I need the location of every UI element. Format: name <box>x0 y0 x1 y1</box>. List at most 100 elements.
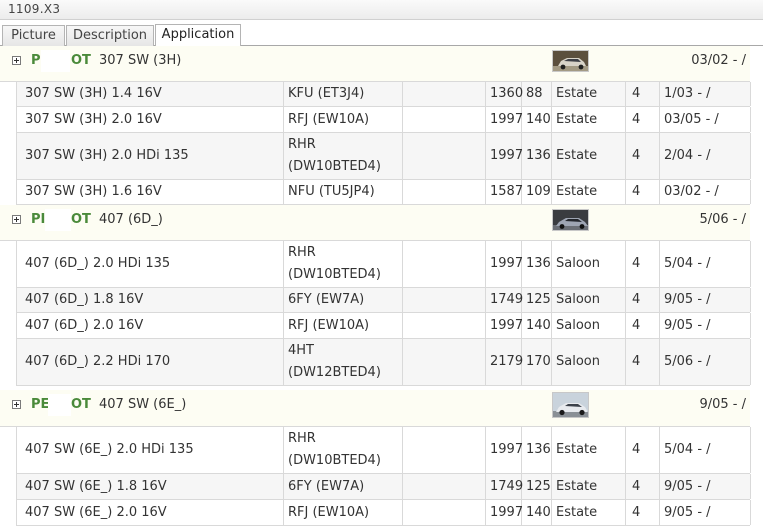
engine-code: 4HT (DW12BTED4) <box>284 339 403 385</box>
window-titlebar: 1109.X3 <box>0 0 763 20</box>
group-header-row[interactable]: PI OT 407 (6D_) 5/06 - / <box>0 205 750 241</box>
power-kw: 136 <box>522 241 552 287</box>
empty-cell <box>403 339 486 385</box>
capacity-cc: 1997 <box>486 107 523 132</box>
empty-cell <box>403 288 486 312</box>
production-date: 9/05 - / <box>660 313 751 338</box>
empty-cell <box>403 241 486 287</box>
tab-application[interactable]: Application <box>155 24 241 46</box>
group-header-row[interactable]: P OT 307 SW (3H) 03/02 - / <box>0 46 750 82</box>
brand-name-suffix: OT <box>71 212 91 227</box>
car-thumbnail-image[interactable] <box>552 392 589 418</box>
vehicle-description: 407 (6D_) 2.0 HDi 135 <box>17 241 284 287</box>
body-type: Saloon <box>552 313 626 338</box>
brand-name-suffix: OT <box>71 397 91 412</box>
table-row[interactable]: 407 SW (6E_) 1.8 16V 6FY (EW7A) 1749 125… <box>16 474 751 500</box>
brand-name-suffix: OT <box>71 53 91 68</box>
brand-name: PI <box>31 212 46 227</box>
table-row[interactable]: 407 SW (6E_) 2.0 16V RFJ (EW10A) 1997 14… <box>16 500 751 526</box>
brand-name: P <box>31 53 41 68</box>
body-type: Saloon <box>552 288 626 312</box>
empty-cell <box>403 180 486 204</box>
expand-plus-icon[interactable] <box>12 56 21 65</box>
engine-code: RFJ (EW10A) <box>284 313 403 338</box>
doors-count: 4 <box>626 133 660 179</box>
vehicle-model: 407 SW (6E_) <box>99 397 187 412</box>
brand-name: PE <box>31 397 50 412</box>
redacted-brand-mask <box>48 394 71 416</box>
doors-count: 4 <box>626 107 660 132</box>
vehicle-description: 407 (6D_) 1.8 16V <box>17 288 284 312</box>
body-type: Saloon <box>552 241 626 287</box>
doors-count: 4 <box>626 500 660 525</box>
power-kw: 170 <box>522 339 552 385</box>
redacted-brand-mask <box>41 50 70 72</box>
tab-description[interactable]: Description <box>66 25 154 46</box>
capacity-cc: 1997 <box>486 313 523 338</box>
car-thumbnail-image[interactable] <box>552 50 589 72</box>
empty-cell <box>403 427 486 473</box>
doors-count: 4 <box>626 288 660 312</box>
production-date: 5/04 - / <box>660 427 751 473</box>
table-row[interactable]: 307 SW (3H) 2.0 16V RFJ (EW10A) 1997 140… <box>16 107 751 133</box>
doors-count: 4 <box>626 313 660 338</box>
tab-picture[interactable]: Picture <box>2 25 65 46</box>
table-row[interactable]: 307 SW (3H) 1.4 16V KFU (ET3J4) 1360 88 … <box>16 82 751 107</box>
empty-cell <box>403 133 486 179</box>
capacity-cc: 1997 <box>486 427 523 473</box>
engine-code: RFJ (EW10A) <box>284 500 403 525</box>
production-date: 2/04 - / <box>660 133 751 179</box>
car-thumbnail-image[interactable] <box>552 209 589 231</box>
doors-count: 4 <box>626 241 660 287</box>
table-row[interactable]: 407 (6D_) 2.0 HDi 135 RHR (DW10BTED4) 19… <box>16 241 751 288</box>
expand-plus-icon[interactable] <box>12 215 21 224</box>
doors-count: 4 <box>626 82 660 106</box>
power-kw: 136 <box>522 133 552 179</box>
power-kw: 140 <box>522 500 552 525</box>
body-type: Saloon <box>552 339 626 385</box>
table-row[interactable]: 407 (6D_) 2.2 HDi 170 4HT (DW12BTED4) 21… <box>16 339 751 386</box>
empty-cell <box>403 474 486 499</box>
production-date: 5/04 - / <box>660 241 751 287</box>
engine-code: 6FY (EW7A) <box>284 474 403 499</box>
table-row[interactable]: 407 (6D_) 1.8 16V 6FY (EW7A) 1749 125 Sa… <box>16 288 751 313</box>
body-type: Estate <box>552 82 626 106</box>
engine-code: NFU (TU5JP4) <box>284 180 403 204</box>
power-kw: 136 <box>522 427 552 473</box>
power-kw: 125 <box>522 474 552 499</box>
group-date: 9/05 - / <box>699 397 746 412</box>
body-type: Estate <box>552 133 626 179</box>
group-header-row[interactable]: PE OT 407 SW (6E_) 9/05 - / <box>0 390 750 427</box>
empty-cell <box>403 107 486 132</box>
table-row[interactable]: 407 SW (6E_) 2.0 HDi 135 RHR (DW10BTED4)… <box>16 427 751 474</box>
vehicle-description: 307 SW (3H) 1.4 16V <box>17 82 284 106</box>
body-type: Estate <box>552 500 626 525</box>
production-date: 9/05 - / <box>660 288 751 312</box>
vehicle-description: 407 SW (6E_) 2.0 HDi 135 <box>17 427 284 473</box>
production-date: 03/02 - / <box>660 180 751 204</box>
capacity-cc: 2179 <box>486 339 523 385</box>
doors-count: 4 <box>626 180 660 204</box>
table-row[interactable]: 307 SW (3H) 2.0 HDi 135 RHR (DW10BTED4) … <box>16 133 751 180</box>
empty-cell <box>403 500 486 525</box>
empty-cell <box>403 82 486 106</box>
expand-plus-icon[interactable] <box>12 400 21 409</box>
window-title: 1109.X3 <box>8 2 61 16</box>
capacity-cc: 1749 <box>486 474 523 499</box>
doors-count: 4 <box>626 339 660 385</box>
table-row[interactable]: 307 SW (3H) 1.6 16V NFU (TU5JP4) 1587 10… <box>16 180 751 205</box>
capacity-cc: 1749 <box>486 288 523 312</box>
engine-code: RHR (DW10BTED4) <box>284 427 403 473</box>
table-row[interactable]: 407 (6D_) 2.0 16V RFJ (EW10A) 1997 140 S… <box>16 313 751 339</box>
body-type: Estate <box>552 180 626 204</box>
capacity-cc: 1997 <box>486 241 523 287</box>
doors-count: 4 <box>626 427 660 473</box>
body-type: Estate <box>552 427 626 473</box>
engine-code: 6FY (EW7A) <box>284 288 403 312</box>
vehicle-description: 407 SW (6E_) 1.8 16V <box>17 474 284 499</box>
capacity-cc: 1997 <box>486 133 523 179</box>
vehicle-description: 407 SW (6E_) 2.0 16V <box>17 500 284 525</box>
vehicle-description: 307 SW (3H) 2.0 16V <box>17 107 284 132</box>
body-type: Estate <box>552 107 626 132</box>
engine-code: RHR (DW10BTED4) <box>284 241 403 287</box>
